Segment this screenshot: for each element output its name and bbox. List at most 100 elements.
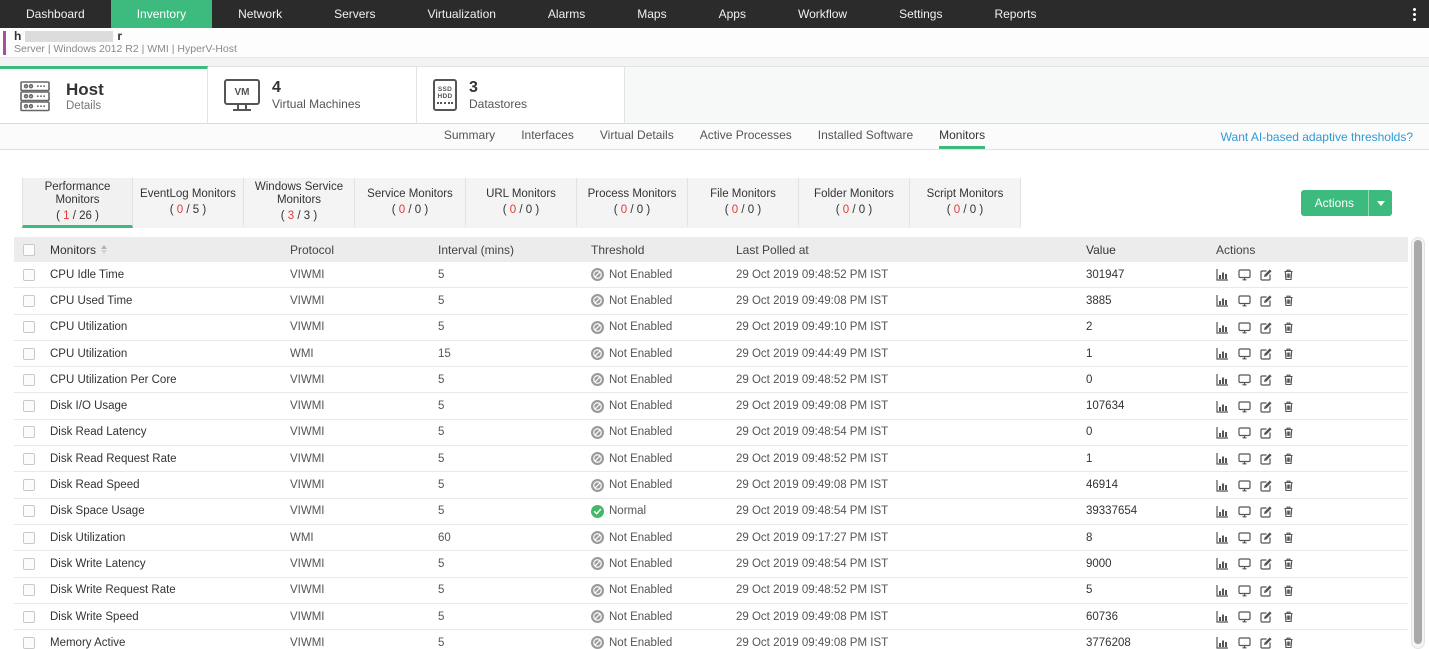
edit-icon[interactable] xyxy=(1260,557,1273,570)
delete-icon[interactable] xyxy=(1282,452,1295,465)
nav-item-network[interactable]: Network xyxy=(212,0,308,28)
graph-icon[interactable] xyxy=(1216,557,1229,570)
edit-icon[interactable] xyxy=(1260,636,1273,649)
column-interval[interactable]: Interval (mins) xyxy=(438,243,591,257)
delete-icon[interactable] xyxy=(1282,610,1295,623)
delete-icon[interactable] xyxy=(1282,479,1295,492)
monitor-name[interactable]: Disk Read Speed xyxy=(50,479,290,491)
graph-icon[interactable] xyxy=(1216,294,1229,307)
edit-icon[interactable] xyxy=(1260,400,1273,413)
graph-icon[interactable] xyxy=(1216,400,1229,413)
tab-datastores[interactable]: SSD HDD 3 Datastores xyxy=(417,66,625,123)
edit-icon[interactable] xyxy=(1260,426,1273,439)
graph-icon[interactable] xyxy=(1216,321,1229,334)
kebab-menu-icon[interactable] xyxy=(1399,0,1429,28)
monitor-tab-process-monitors[interactable]: Process Monitors( 0 / 0 ) xyxy=(577,178,688,228)
graph-icon[interactable] xyxy=(1216,505,1229,518)
row-checkbox[interactable] xyxy=(23,295,35,307)
row-checkbox[interactable] xyxy=(23,505,35,517)
monitor-tab-performance-monitors[interactable]: Performance Monitors( 1 / 26 ) xyxy=(22,178,133,228)
tab-summary[interactable]: Summary xyxy=(444,124,495,149)
monitor-name[interactable]: CPU Utilization xyxy=(50,321,290,333)
monitor-tab-url-monitors[interactable]: URL Monitors( 0 / 0 ) xyxy=(466,178,577,228)
tab-monitors[interactable]: Monitors xyxy=(939,124,985,149)
column-value[interactable]: Value xyxy=(1086,243,1216,257)
graph-icon[interactable] xyxy=(1216,268,1229,281)
edit-icon[interactable] xyxy=(1260,268,1273,281)
edit-icon[interactable] xyxy=(1260,347,1273,360)
display-icon[interactable] xyxy=(1238,557,1251,570)
monitor-name[interactable]: Memory Active xyxy=(50,637,290,649)
display-icon[interactable] xyxy=(1238,452,1251,465)
delete-icon[interactable] xyxy=(1282,426,1295,439)
column-protocol[interactable]: Protocol xyxy=(290,243,438,257)
monitor-name[interactable]: CPU Utilization Per Core xyxy=(50,374,290,386)
row-checkbox[interactable] xyxy=(23,321,35,333)
row-checkbox[interactable] xyxy=(23,479,35,491)
nav-item-maps[interactable]: Maps xyxy=(611,0,692,28)
monitor-name[interactable]: Disk Utilization xyxy=(50,532,290,544)
monitor-name[interactable]: CPU Used Time xyxy=(50,295,290,307)
row-checkbox[interactable] xyxy=(23,426,35,438)
edit-icon[interactable] xyxy=(1260,452,1273,465)
nav-item-workflow[interactable]: Workflow xyxy=(772,0,873,28)
monitor-name[interactable]: CPU Idle Time xyxy=(50,269,290,281)
tab-host-details[interactable]: Host Details xyxy=(0,66,208,123)
actions-dropdown-toggle[interactable] xyxy=(1368,190,1392,216)
display-icon[interactable] xyxy=(1238,636,1251,649)
graph-icon[interactable] xyxy=(1216,584,1229,597)
delete-icon[interactable] xyxy=(1282,268,1295,281)
tab-installed-software[interactable]: Installed Software xyxy=(818,124,913,149)
edit-icon[interactable] xyxy=(1260,531,1273,544)
display-icon[interactable] xyxy=(1238,268,1251,281)
adaptive-thresholds-link[interactable]: Want AI-based adaptive thresholds? xyxy=(1221,124,1413,150)
display-icon[interactable] xyxy=(1238,584,1251,597)
row-checkbox[interactable] xyxy=(23,269,35,281)
monitor-tab-file-monitors[interactable]: File Monitors( 0 / 0 ) xyxy=(688,178,799,228)
column-last-polled[interactable]: Last Polled at xyxy=(736,243,1086,257)
delete-icon[interactable] xyxy=(1282,531,1295,544)
scrollbar-thumb[interactable] xyxy=(1414,240,1422,644)
delete-icon[interactable] xyxy=(1282,557,1295,570)
nav-item-settings[interactable]: Settings xyxy=(873,0,968,28)
delete-icon[interactable] xyxy=(1282,294,1295,307)
tab-interfaces[interactable]: Interfaces xyxy=(521,124,574,149)
nav-item-alarms[interactable]: Alarms xyxy=(522,0,611,28)
nav-item-reports[interactable]: Reports xyxy=(968,0,1062,28)
row-checkbox[interactable] xyxy=(23,584,35,596)
row-checkbox[interactable] xyxy=(23,348,35,360)
select-all-checkbox[interactable] xyxy=(23,244,35,256)
graph-icon[interactable] xyxy=(1216,610,1229,623)
tab-virtual-details[interactable]: Virtual Details xyxy=(600,124,674,149)
nav-item-virtualization[interactable]: Virtualization xyxy=(401,0,521,28)
monitor-tab-folder-monitors[interactable]: Folder Monitors( 0 / 0 ) xyxy=(799,178,910,228)
graph-icon[interactable] xyxy=(1216,531,1229,544)
monitor-name[interactable]: Disk Space Usage xyxy=(50,505,290,517)
tab-active-processes[interactable]: Active Processes xyxy=(700,124,792,149)
graph-icon[interactable] xyxy=(1216,479,1229,492)
row-checkbox[interactable] xyxy=(23,532,35,544)
edit-icon[interactable] xyxy=(1260,294,1273,307)
monitor-name[interactable]: Disk Read Request Rate xyxy=(50,453,290,465)
graph-icon[interactable] xyxy=(1216,426,1229,439)
display-icon[interactable] xyxy=(1238,400,1251,413)
nav-item-dashboard[interactable]: Dashboard xyxy=(0,0,111,28)
actions-button[interactable]: Actions xyxy=(1301,190,1392,216)
delete-icon[interactable] xyxy=(1282,347,1295,360)
monitor-tab-eventlog-monitors[interactable]: EventLog Monitors( 0 / 5 ) xyxy=(133,178,244,228)
row-checkbox[interactable] xyxy=(23,400,35,412)
row-checkbox[interactable] xyxy=(23,374,35,386)
graph-icon[interactable] xyxy=(1216,452,1229,465)
display-icon[interactable] xyxy=(1238,505,1251,518)
row-checkbox[interactable] xyxy=(23,558,35,570)
display-icon[interactable] xyxy=(1238,294,1251,307)
display-icon[interactable] xyxy=(1238,321,1251,334)
edit-icon[interactable] xyxy=(1260,373,1273,386)
row-checkbox[interactable] xyxy=(23,611,35,623)
delete-icon[interactable] xyxy=(1282,400,1295,413)
display-icon[interactable] xyxy=(1238,373,1251,386)
monitor-tab-windows-service-monitors[interactable]: Windows Service Monitors( 3 / 3 ) xyxy=(244,178,355,228)
monitor-tab-service-monitors[interactable]: Service Monitors( 0 / 0 ) xyxy=(355,178,466,228)
column-threshold[interactable]: Threshold xyxy=(591,243,736,257)
display-icon[interactable] xyxy=(1238,531,1251,544)
